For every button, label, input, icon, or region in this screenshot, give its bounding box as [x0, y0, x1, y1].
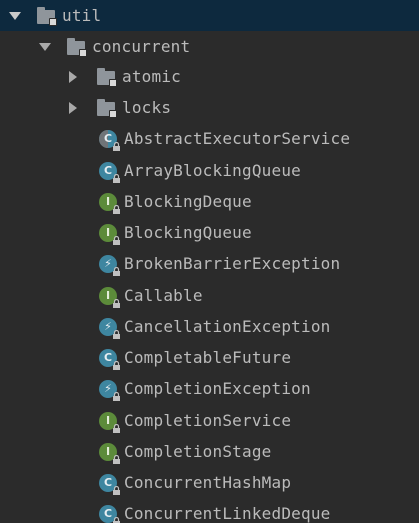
tree-item[interactable]: C ConcurrentHashMap — [0, 467, 419, 498]
project-tree: util concurrent atomic locks C AbstractE… — [0, 0, 419, 523]
tree-item[interactable]: ⚡ BrokenBarrierException — [0, 248, 419, 279]
class-icon: C — [98, 348, 120, 370]
chevron-right-icon[interactable] — [66, 101, 80, 115]
tree-node-util[interactable]: util — [0, 0, 419, 31]
tree-item[interactable]: ⚡ CompletionException — [0, 373, 419, 404]
chevron-right-icon[interactable] — [66, 70, 80, 84]
tree-item-label: CompletionService — [124, 411, 292, 430]
tree-item[interactable]: C CompletableFuture — [0, 342, 419, 373]
tree-node-atomic[interactable]: atomic — [0, 61, 419, 92]
class-icon: C — [98, 161, 120, 183]
class-icon: C — [98, 473, 120, 495]
tree-item[interactable]: I BlockingQueue — [0, 217, 419, 248]
tree-item[interactable]: I CompletionStage — [0, 436, 419, 467]
package-folder-icon — [96, 67, 117, 87]
tree-item-label: AbstractExecutorService — [124, 129, 351, 148]
package-folder-icon — [96, 98, 117, 118]
tree-node-label: locks — [122, 98, 172, 117]
tree-item-label: BlockingDeque — [124, 192, 252, 211]
tree-item-label: Callable — [124, 286, 203, 305]
tree-item-label: CompletableFuture — [124, 348, 292, 367]
tree-item-label: ConcurrentHashMap — [124, 473, 292, 492]
tree-node-label: atomic — [122, 67, 181, 86]
tree-item-label: CompletionStage — [124, 442, 272, 461]
tree-item[interactable]: I Callable — [0, 280, 419, 311]
interface-icon: I — [98, 223, 120, 245]
package-folder-icon — [66, 37, 87, 57]
tree-item[interactable]: I CompletionService — [0, 405, 419, 436]
tree-item-label: BlockingQueue — [124, 223, 252, 242]
tree-item-label: BrokenBarrierException — [124, 254, 341, 273]
chevron-down-icon[interactable] — [38, 40, 52, 54]
tree-item[interactable]: C ConcurrentLinkedDeque — [0, 498, 419, 523]
tree-item[interactable]: ⚡ CancellationException — [0, 311, 419, 342]
tree-item[interactable]: C ArrayBlockingQueue — [0, 155, 419, 186]
exception-icon: ⚡ — [98, 254, 120, 276]
tree-item-label: CancellationException — [124, 317, 331, 336]
exception-icon: ⚡ — [98, 379, 120, 401]
exception-icon: ⚡ — [98, 317, 120, 339]
tree-item-label: ArrayBlockingQueue — [124, 161, 301, 180]
interface-icon: I — [98, 286, 120, 308]
tree-node-concurrent[interactable]: concurrent — [0, 31, 419, 62]
chevron-down-icon[interactable] — [8, 9, 22, 23]
tree-node-label: concurrent — [92, 37, 191, 56]
interface-icon: I — [98, 411, 120, 433]
interface-icon: I — [98, 192, 120, 214]
tree-item-label: CompletionException — [124, 379, 311, 398]
interface-icon: I — [98, 442, 120, 464]
tree-node-locks[interactable]: locks — [0, 92, 419, 123]
tree-item-label: ConcurrentLinkedDeque — [124, 504, 331, 523]
abstract-class-icon: C — [98, 129, 120, 151]
class-icon: C — [98, 504, 120, 523]
package-folder-icon — [36, 6, 57, 26]
tree-node-label: util — [62, 6, 102, 25]
tree-item[interactable]: C AbstractExecutorService — [0, 123, 419, 154]
tree-item[interactable]: I BlockingDeque — [0, 186, 419, 217]
